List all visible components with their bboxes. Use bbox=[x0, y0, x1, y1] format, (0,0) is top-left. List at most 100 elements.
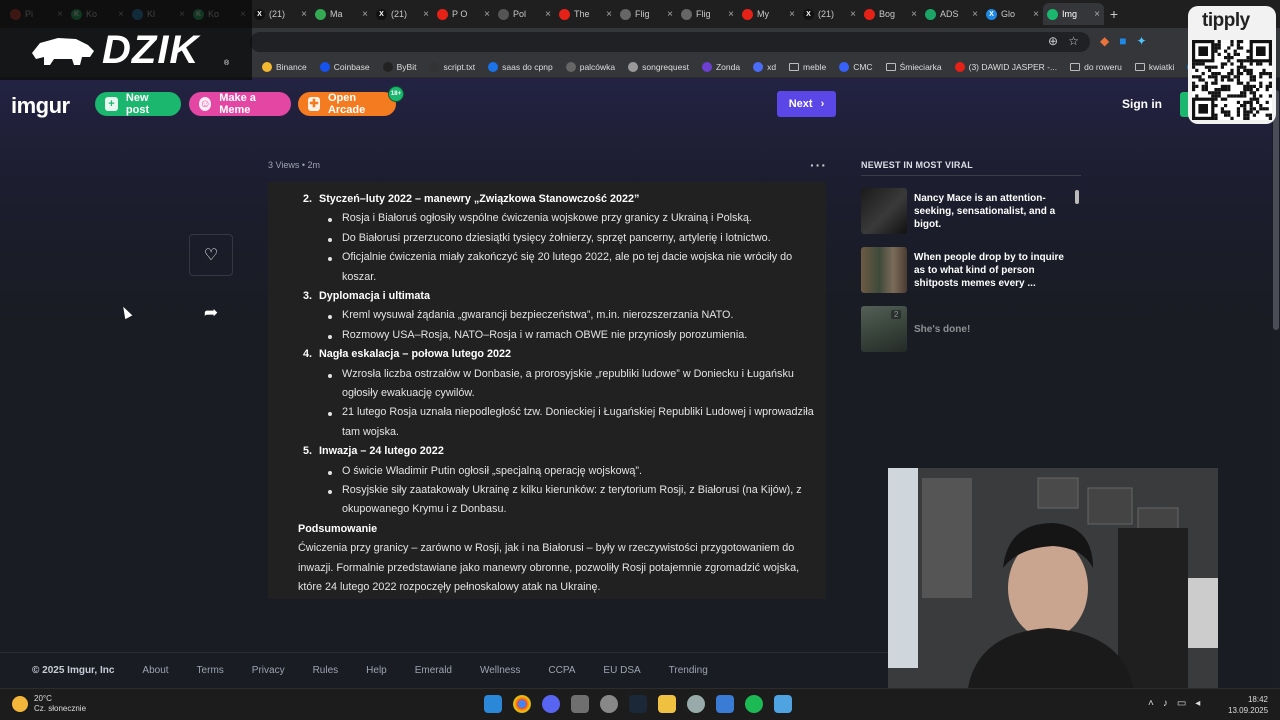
bookmark-item[interactable]: Coinbase bbox=[319, 61, 370, 72]
summary-paragraph: które 24 lutego 2022 rozpoczęły pełnoska… bbox=[298, 581, 601, 593]
steam-icon[interactable] bbox=[629, 695, 647, 713]
tab-close-icon[interactable]: × bbox=[1033, 9, 1039, 20]
footer-link[interactable]: Rules bbox=[313, 665, 339, 676]
bookmark-item[interactable]: Śmieciarka bbox=[885, 62, 942, 72]
browser-tab[interactable]: X (21) × bbox=[250, 3, 311, 25]
footer-link[interactable]: Emerald bbox=[415, 665, 452, 676]
tab-favicon-icon bbox=[315, 8, 326, 20]
bookmark-item[interactable]: (3) DAWID JASPER -... bbox=[954, 61, 1057, 72]
tab-close-icon[interactable]: × bbox=[911, 9, 917, 20]
bookmark-star-icon[interactable]: ☆ bbox=[1068, 34, 1079, 48]
favorite-button[interactable]: ♡ bbox=[189, 234, 233, 276]
microphone-icon[interactable]: ♪ bbox=[1163, 698, 1168, 709]
footer-link[interactable]: Help bbox=[366, 665, 387, 676]
bookmark-item[interactable]: Zonda bbox=[701, 61, 740, 72]
tab-close-icon[interactable]: × bbox=[850, 9, 856, 20]
bookmark-item[interactable]: saas do cpnp bbox=[488, 61, 553, 72]
browser-tab[interactable]: Pol × bbox=[494, 3, 555, 25]
file-explorer-icon[interactable] bbox=[658, 695, 676, 713]
webcam-feed bbox=[888, 468, 1218, 688]
tab-favicon-icon bbox=[925, 8, 936, 20]
windows-start-icon[interactable] bbox=[484, 695, 502, 713]
discord-icon[interactable] bbox=[542, 695, 560, 713]
bookmark-item[interactable]: CMC bbox=[839, 61, 873, 72]
footer-link[interactable]: Privacy bbox=[252, 665, 285, 676]
tab-favicon-icon bbox=[742, 8, 753, 20]
clock[interactable]: 18:42 13.09.2025 bbox=[1228, 694, 1268, 716]
tab-favicon-icon bbox=[498, 8, 509, 20]
tab-close-icon[interactable]: × bbox=[545, 9, 551, 20]
more-options-icon[interactable]: ··· bbox=[810, 157, 827, 173]
bookmark-item[interactable]: script.txt bbox=[429, 61, 475, 72]
open-arcade-button[interactable]: ✚ Open Arcade bbox=[298, 92, 396, 116]
extension-icon[interactable]: ■ bbox=[1119, 34, 1126, 48]
make-meme-button[interactable]: ☺ Make a Meme bbox=[189, 92, 291, 116]
section-heading: 4. Nagła eskalacja – połowa lutego 2022 bbox=[303, 348, 511, 360]
browser-tab[interactable]: Flig × bbox=[616, 3, 677, 25]
footer-link[interactable]: CCPA bbox=[548, 665, 575, 676]
browser-tab[interactable]: Bog × bbox=[860, 3, 921, 25]
bookmark-item[interactable]: meble bbox=[789, 62, 826, 72]
tab-label: The bbox=[574, 9, 590, 19]
volume-icon[interactable]: ◂ bbox=[1195, 698, 1200, 709]
browser-tab[interactable]: Ma × bbox=[311, 3, 372, 25]
bookmark-item[interactable]: ByBit bbox=[382, 61, 416, 72]
app-icon[interactable] bbox=[687, 695, 705, 713]
network-icon[interactable]: ▭ bbox=[1177, 698, 1186, 709]
bookmark-item[interactable]: kwiatki bbox=[1134, 62, 1174, 72]
weather-widget[interactable]: 20°C Cz. słonecznie bbox=[12, 694, 86, 714]
sign-in-link[interactable]: Sign in bbox=[1122, 97, 1162, 111]
address-bar[interactable] bbox=[250, 32, 1090, 52]
extension-icon[interactable]: ◆ bbox=[1100, 34, 1109, 48]
browser-tab[interactable]: The × bbox=[555, 3, 616, 25]
footer-link[interactable]: About bbox=[142, 665, 168, 676]
bookmark-item[interactable]: xd bbox=[753, 61, 776, 72]
app-icon[interactable] bbox=[571, 695, 589, 713]
app-icon[interactable] bbox=[600, 695, 618, 713]
footer-link[interactable]: EU DSA bbox=[603, 665, 640, 676]
browser-tab[interactable]: X (21) × bbox=[372, 3, 433, 25]
tab-close-icon[interactable]: × bbox=[423, 9, 429, 20]
bookmark-item[interactable]: palcówka bbox=[565, 61, 615, 72]
tab-close-icon[interactable]: × bbox=[1094, 9, 1100, 20]
tab-close-icon[interactable]: × bbox=[728, 9, 734, 20]
new-post-button[interactable]: + New post bbox=[95, 92, 181, 116]
chrome-icon[interactable] bbox=[513, 695, 531, 713]
sidebar-scroll-indicator[interactable] bbox=[1075, 190, 1079, 204]
footer-link[interactable]: Trending bbox=[669, 665, 708, 676]
browser-tab[interactable]: X Glo × bbox=[982, 3, 1043, 25]
footer-link[interactable]: Wellness bbox=[480, 665, 520, 676]
spotify-icon[interactable] bbox=[745, 695, 763, 713]
bookmark-label: saas do cpnp bbox=[502, 61, 553, 72]
tab-close-icon[interactable]: × bbox=[972, 9, 978, 20]
tab-close-icon[interactable]: × bbox=[362, 9, 368, 20]
browser-tab[interactable]: P O × bbox=[433, 3, 494, 25]
tab-close-icon[interactable]: × bbox=[789, 9, 795, 20]
app-icon[interactable] bbox=[716, 695, 734, 713]
tab-close-icon[interactable]: × bbox=[484, 9, 490, 20]
tray-overflow-icon[interactable]: ˄ bbox=[1148, 698, 1154, 709]
section-heading-text: Nagła eskalacja – połowa lutego 2022 bbox=[319, 348, 512, 361]
bookmark-item[interactable]: Binance bbox=[262, 61, 307, 72]
page-scrollbar-thumb[interactable] bbox=[1273, 90, 1279, 330]
browser-tab[interactable]: Img × bbox=[1043, 3, 1104, 25]
sidebar-divider bbox=[861, 175, 1081, 176]
zoom-icon[interactable]: ⊕ bbox=[1048, 34, 1058, 48]
tab-close-icon[interactable]: × bbox=[606, 9, 612, 20]
notepad-icon[interactable] bbox=[774, 695, 792, 713]
next-post-button[interactable]: Next › bbox=[777, 91, 836, 117]
tab-close-icon[interactable]: × bbox=[301, 9, 307, 20]
share-button[interactable]: ➦ bbox=[200, 302, 222, 324]
extension-icon[interactable]: ✦ bbox=[1136, 34, 1146, 48]
tab-close-icon[interactable]: × bbox=[667, 9, 673, 20]
imgur-logo[interactable]: imgur bbox=[11, 93, 70, 119]
bookmark-item[interactable]: do roweru bbox=[1070, 62, 1122, 72]
bookmark-item[interactable]: songrequest bbox=[628, 61, 689, 72]
new-tab-button[interactable]: + bbox=[1104, 6, 1124, 22]
section-heading: 3. Dyplomacja i ultimata bbox=[303, 290, 430, 302]
browser-tab[interactable]: ADS × bbox=[921, 3, 982, 25]
browser-tab[interactable]: My × bbox=[738, 3, 799, 25]
browser-tab[interactable]: X (21) × bbox=[799, 3, 860, 25]
browser-tab[interactable]: Flig × bbox=[677, 3, 738, 25]
footer-link[interactable]: Terms bbox=[197, 665, 224, 676]
